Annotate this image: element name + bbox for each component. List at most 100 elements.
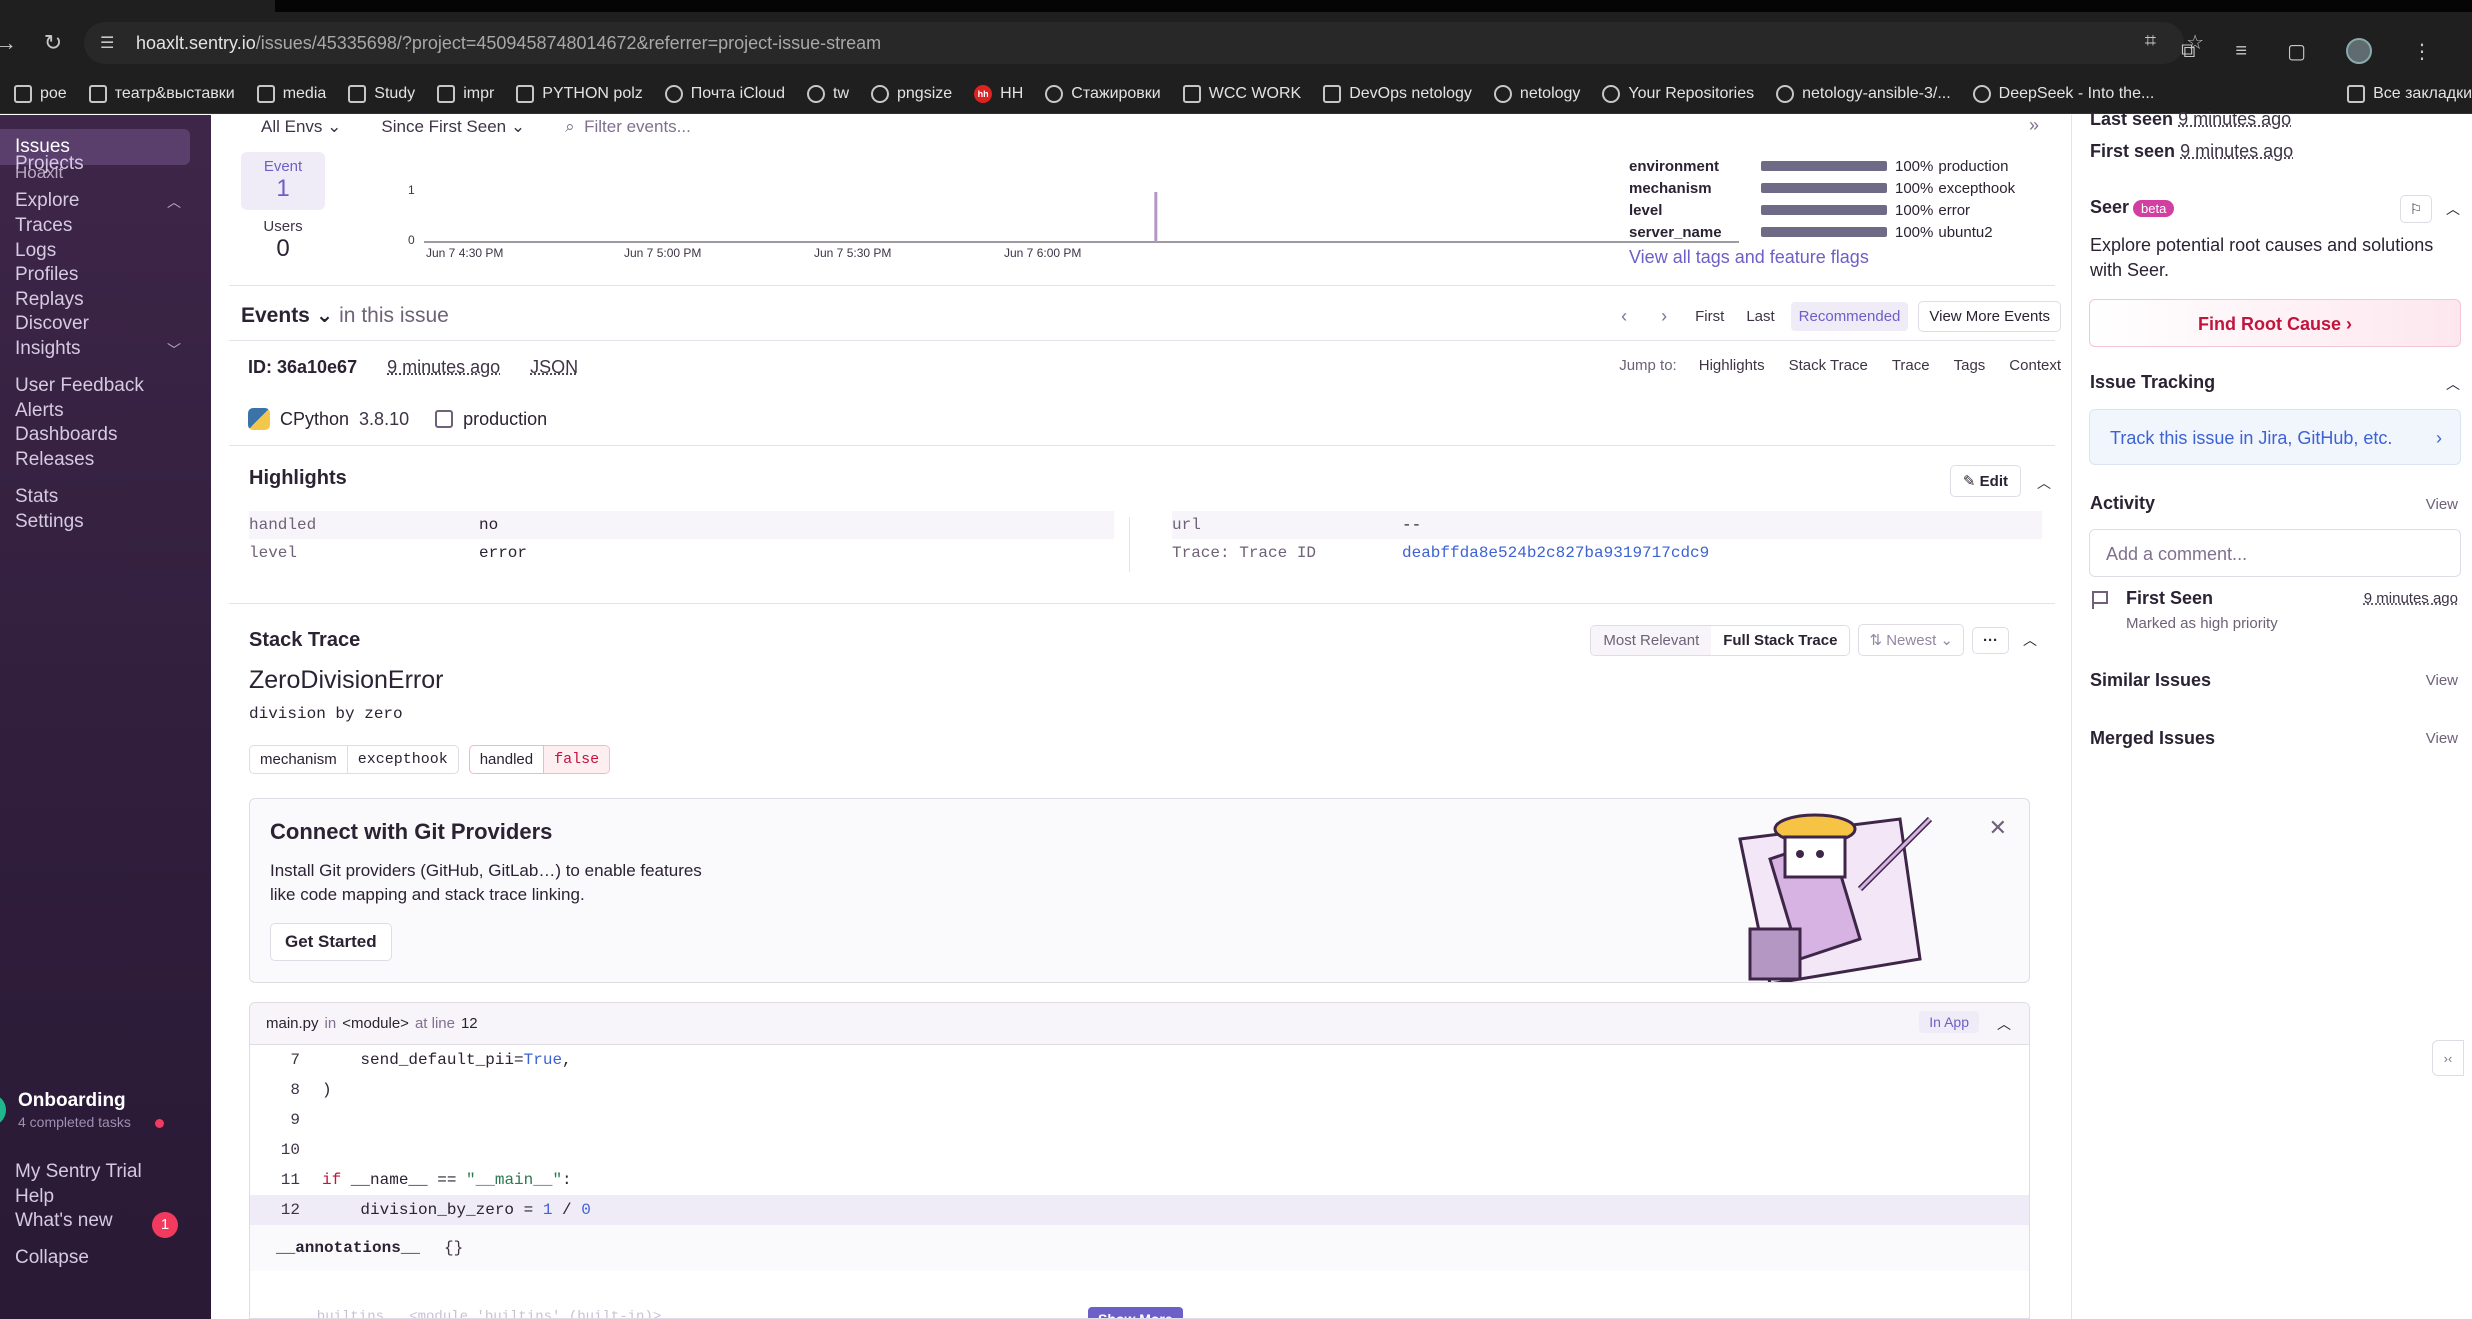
user-count[interactable]: Users 0 [241,218,325,263]
bookmark-item[interactable]: hh HH [974,84,1023,103]
sidebar-item-what-s-new[interactable]: What's new [15,1210,113,1232]
view-similar-link[interactable]: View [2426,672,2458,689]
jump-stack-trace[interactable]: Stack Trace [1789,357,1868,374]
bookmark-item[interactable]: PYTHON polz [516,84,643,103]
collapse-seer-icon[interactable]: ︿ [2446,199,2460,219]
jump-highlights[interactable]: Highlights [1699,357,1765,374]
first-event-button[interactable]: First [1689,302,1730,331]
sidebar-item-profiles[interactable]: Profiles [15,264,78,286]
collapse-highlights-icon[interactable]: ︿ [2037,473,2051,493]
bookmark-item[interactable]: Стажировки [1045,84,1161,103]
sidebar-item-discover[interactable]: Discover [15,313,89,335]
git-providers-card: Connect with Git Providers Install Git p… [249,798,2030,983]
collapse-panel-icon[interactable]: » [2029,115,2063,145]
find-root-cause-button[interactable]: Find Root Cause › [2089,299,2461,347]
trace-id-link[interactable]: deabffda8e524b2c827ba9319717cdc9 [1402,544,1709,562]
bookmark-item[interactable]: poe [14,84,67,103]
tag-summary-row[interactable]: server_name 100% ubuntu2 [1629,221,2059,243]
sidebar-item-projects[interactable]: Projects [15,153,84,175]
view-more-events-button[interactable]: View More Events [1918,301,2061,332]
bookmark-item[interactable]: media [256,84,326,103]
tag-key: environment [1629,157,1720,175]
sidebar-item-explore[interactable]: Explore [15,190,79,212]
browser-menu-icon[interactable]: ⋮ [2412,39,2432,64]
forward-icon[interactable]: → [0,32,17,54]
bookmark-item[interactable]: netology [1493,84,1580,103]
most-relevant-button[interactable]: Most Relevant [1591,625,1712,655]
collapse-frame-icon[interactable]: ︿ [1997,1014,2011,1034]
jump-tags[interactable]: Tags [1954,357,1986,374]
frame-header[interactable]: main.py in <module> at line 12 In App ︿ [250,1003,2029,1045]
sidebar-item-insights[interactable]: Insights [15,338,80,360]
bookmark-item[interactable]: театр&выставки [88,84,235,103]
sidebar-item-traces[interactable]: Traces [15,215,72,237]
bookmark-item[interactable]: DevOps netology [1323,84,1472,103]
bookmark-item[interactable]: pngsize [871,84,952,103]
tag-summary-row[interactable]: mechanism 100% excepthook [1629,177,2059,199]
extensions-icon[interactable]: ⧉ [2181,40,2195,63]
prev-event-icon[interactable]: ‹ [1609,306,1639,327]
jump-trace[interactable]: Trace [1892,357,1930,374]
translate-icon[interactable]: ⌗ [2145,30,2156,55]
toggle-side-panel-icon[interactable]: ›‹ [2432,1040,2464,1076]
media-control-icon[interactable]: ≡ [2235,40,2247,63]
bookmark-item[interactable]: netology-ansible-3/... [1776,84,1951,103]
tag-pct: 100% [1895,157,1934,175]
bookmark-item[interactable]: tw [807,84,849,103]
sidebar-item-releases[interactable]: Releases [15,449,94,471]
sidepanel-icon[interactable]: ▢ [2287,39,2306,64]
site-info-icon[interactable]: ☰ [100,32,122,54]
sidebar-item-user-feedback[interactable]: User Feedback [15,375,144,397]
sidebar-item-replays[interactable]: Replays [15,289,84,311]
comment-input[interactable]: Add a comment... [2089,529,2461,577]
full-stacktrace-button[interactable]: Full Stack Trace [1711,625,1850,655]
chevron-down-icon[interactable]: ﹀ [167,340,181,360]
address-bar[interactable]: ☰ hoaxlt.sentry.io/issues/45335698/?proj… [84,22,2184,64]
sidebar-item-my-sentry-trial[interactable]: My Sentry Trial [15,1161,142,1183]
jump-context[interactable]: Context [2009,357,2061,374]
show-more-button[interactable]: Show More [1088,1307,1183,1318]
sidebar-item-logs[interactable]: Logs [15,240,56,262]
event-id[interactable]: ID: 36a10e67 [248,357,357,378]
sidebar-item-alerts[interactable]: Alerts [15,400,64,422]
reload-icon[interactable]: ↻ [42,32,64,54]
bookmark-item[interactable]: Study [348,84,415,103]
chevron-up-icon[interactable]: ︿ [167,192,181,212]
bookmark-item[interactable]: Your Repositories [1602,84,1754,103]
view-all-tags-link[interactable]: View all tags and feature flags [1629,247,2059,268]
feedback-icon[interactable]: ⚐ [2400,195,2432,223]
json-link[interactable]: JSON [530,357,578,378]
get-started-button[interactable]: Get Started [270,923,392,961]
profile-avatar[interactable] [2346,38,2372,64]
bookmark-item[interactable]: WCC WORK [1182,84,1301,103]
view-merged-link[interactable]: View [2426,730,2458,747]
highlight-value[interactable]: deabffda8e524b2c827ba9319717cdc9 [1402,544,2037,562]
period-filter[interactable]: Since First Seen ⌄ [381,117,525,137]
event-search[interactable]: ⌕ Filter events... [565,117,691,137]
sidebar-item-settings[interactable]: Settings [15,511,84,533]
event-count[interactable]: Event 1 [241,152,325,210]
collapse-stacktrace-icon[interactable]: ︿ [2023,630,2037,650]
bookmark-item[interactable]: Почта iCloud [664,84,785,103]
sidebar-item-collapse[interactable]: Collapse [15,1247,89,1269]
close-icon[interactable]: ✕ [1989,815,2007,841]
collapse-tracking-icon[interactable]: ︿ [2446,374,2460,394]
more-options-button[interactable]: ··· [1972,626,2009,654]
tag-summary-row[interactable]: environment 100% production [1629,155,2059,177]
last-event-button[interactable]: Last [1740,302,1780,331]
track-issue-link[interactable]: Track this issue in Jira, GitHub, etc. › [2089,409,2461,465]
tag-summary-row[interactable]: level 100% error [1629,199,2059,221]
sort-dropdown[interactable]: ⇅ Newest ⌄ [1858,624,1964,656]
view-activity-link[interactable]: View [2426,496,2458,513]
env-filter[interactable]: All Envs ⌄ [261,117,341,137]
bookmark-item[interactable]: impr [437,84,494,103]
all-bookmarks[interactable]: Все закладки [2347,74,2472,114]
sidebar-item-stats[interactable]: Stats [15,486,58,508]
next-event-icon[interactable]: › [1649,306,1679,327]
sidebar-item-dashboards[interactable]: Dashboards [15,424,117,446]
events-header[interactable]: Events ⌄ in this issue [241,303,449,328]
recommended-event-button[interactable]: Recommended [1790,302,1909,331]
edit-highlights-button[interactable]: ✎ Edit [1949,465,2021,497]
bookmark-item[interactable]: DeepSeek - Into the... [1972,84,2154,103]
sidebar-item-help[interactable]: Help [15,1186,54,1208]
